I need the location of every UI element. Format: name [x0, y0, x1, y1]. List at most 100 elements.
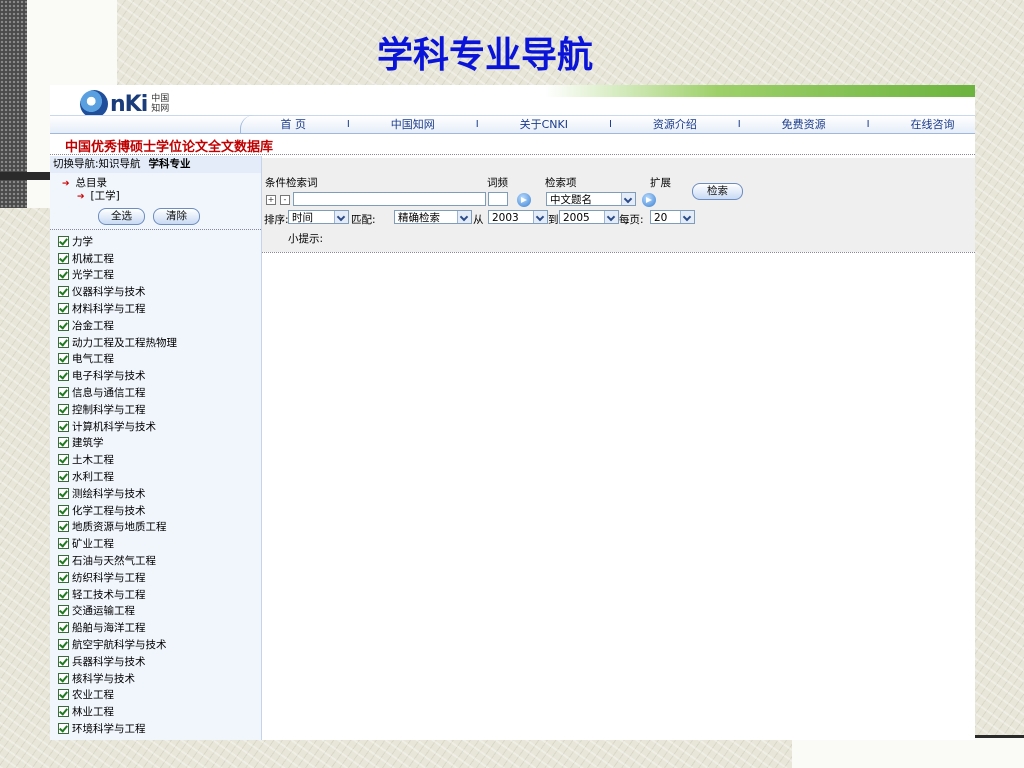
checkbox-checked-icon[interactable] [58, 655, 69, 667]
subject-item[interactable]: 计算机科学与技术 [58, 418, 261, 435]
checkbox-checked-icon[interactable] [58, 403, 69, 415]
checkbox-checked-icon[interactable] [58, 639, 69, 651]
slide-title: 学科专业导航 [376, 34, 593, 76]
subject-label: 冶金工程 [72, 319, 114, 332]
checkbox-checked-icon[interactable] [58, 622, 69, 634]
subject-item[interactable]: 兵器科学与技术 [58, 653, 261, 670]
nav-about[interactable]: 关于CNKI [520, 116, 568, 132]
nav-free-resources[interactable]: 免费资源 [782, 116, 826, 132]
subject-item[interactable]: 材料科学与工程 [58, 300, 261, 317]
subject-label: 农业工程 [72, 689, 114, 702]
switch-nav-link[interactable]: 切换导航:知识导航 [53, 158, 141, 170]
go-arrow-icon[interactable] [517, 193, 531, 207]
checkbox-checked-icon[interactable] [58, 319, 69, 331]
per-page-select[interactable]: 20 [650, 210, 695, 224]
remove-row-icon[interactable]: - [280, 195, 290, 205]
subject-item[interactable]: 仪器科学与技术 [58, 283, 261, 300]
subject-item[interactable]: 核科学与技术 [58, 670, 261, 687]
subject-item[interactable]: 交通运输工程 [58, 603, 261, 620]
subject-item[interactable]: 冶金工程 [58, 317, 261, 334]
checkbox-checked-icon[interactable] [58, 420, 69, 432]
checkbox-checked-icon[interactable] [58, 235, 69, 247]
add-row-icon[interactable]: + [266, 195, 276, 205]
subject-item[interactable]: 航空宇航科学与技术 [58, 636, 261, 653]
subject-item[interactable]: 光学工程 [58, 267, 261, 284]
keyword-input[interactable] [293, 192, 486, 206]
subject-item[interactable]: 地质资源与地质工程 [58, 519, 261, 536]
select-all-button[interactable]: 全选 [98, 208, 145, 225]
checkbox-checked-icon[interactable] [58, 471, 69, 483]
subject-item[interactable]: 水利工程 [58, 468, 261, 485]
checkbox-checked-icon[interactable] [58, 353, 69, 365]
search-button[interactable]: 检索 [692, 183, 743, 200]
match-select[interactable]: 精确检索 [394, 210, 472, 224]
subject-item[interactable]: 动力工程及工程热物理 [58, 334, 261, 351]
checkbox-checked-icon[interactable] [58, 454, 69, 466]
expand-go-icon[interactable] [642, 193, 656, 207]
checkbox-checked-icon[interactable] [58, 571, 69, 583]
match-label: 匹配: [351, 214, 376, 226]
checkbox-checked-icon[interactable] [58, 487, 69, 499]
subject-item[interactable]: 土木工程 [58, 451, 261, 468]
checkbox-checked-icon[interactable] [58, 723, 69, 734]
checkbox-checked-icon[interactable] [58, 706, 69, 718]
from-year-select[interactable]: 2003 [488, 210, 548, 224]
checkbox-checked-icon[interactable] [58, 387, 69, 399]
subject-item[interactable]: 建筑学 [58, 435, 261, 452]
subject-label: 林业工程 [72, 706, 114, 719]
subject-item[interactable]: 石油与天然气工程 [58, 552, 261, 569]
subject-item[interactable]: 测绘科学与技术 [58, 485, 261, 502]
nav-resources[interactable]: 资源介绍 [653, 116, 697, 132]
subject-label: 土木工程 [72, 454, 114, 467]
subject-item[interactable]: 电气工程 [58, 351, 261, 368]
field-select[interactable]: 中文题名 [546, 192, 636, 206]
checkbox-checked-icon[interactable] [58, 437, 69, 449]
subject-item[interactable]: 控制科学与工程 [58, 401, 261, 418]
subject-item[interactable]: 化学工程与技术 [58, 502, 261, 519]
to-year-select[interactable]: 2005 [559, 210, 619, 224]
checkbox-checked-icon[interactable] [58, 303, 69, 315]
subject-item[interactable]: 环境科学与工程 [58, 720, 261, 737]
subject-label: 石油与天然气工程 [72, 555, 156, 568]
tree-root[interactable]: ➔ 总目录 [62, 177, 261, 190]
checkbox-checked-icon[interactable] [58, 521, 69, 533]
nav-cnki-china[interactable]: 中国知网 [391, 116, 435, 132]
subject-item[interactable]: 船舶与海洋工程 [58, 619, 261, 636]
checkbox-checked-icon[interactable] [58, 269, 69, 281]
subject-item[interactable]: 农业工程 [58, 687, 261, 704]
checkbox-checked-icon[interactable] [58, 538, 69, 550]
checkbox-checked-icon[interactable] [58, 672, 69, 684]
condition-label: 条件检索词 [265, 177, 318, 189]
checkbox-checked-icon[interactable] [58, 370, 69, 382]
clear-button[interactable]: 清除 [153, 208, 200, 225]
checkbox-checked-icon[interactable] [58, 336, 69, 348]
checkbox-checked-icon[interactable] [58, 252, 69, 264]
checkbox-checked-icon[interactable] [58, 504, 69, 516]
tree-child[interactable]: ➔ [工学] [62, 190, 261, 203]
checkbox-checked-icon[interactable] [58, 286, 69, 298]
subject-item[interactable]: 纺织科学与工程 [58, 569, 261, 586]
sort-select[interactable]: 时间 [288, 210, 349, 224]
subject-item[interactable]: 林业工程 [58, 703, 261, 720]
subject-label: 兵器科学与技术 [72, 655, 146, 668]
subject-item[interactable]: 轻工技术与工程 [58, 586, 261, 603]
subject-label: 地质资源与地质工程 [72, 521, 167, 534]
nav-home[interactable]: 首 页 [280, 116, 306, 132]
subject-item[interactable]: 电子科学与技术 [58, 367, 261, 384]
active-nav-label: 学科专业 [148, 158, 191, 170]
to-label: 到 [548, 214, 559, 226]
subject-item[interactable]: 机械工程 [58, 250, 261, 267]
checkbox-checked-icon[interactable] [58, 689, 69, 701]
checkbox-checked-icon[interactable] [58, 555, 69, 567]
subject-label: 材料科学与工程 [72, 303, 146, 316]
subject-item[interactable]: 信息与通信工程 [58, 384, 261, 401]
checkbox-checked-icon[interactable] [58, 588, 69, 600]
subject-item[interactable]: 力学 [58, 233, 261, 250]
nav-separator: I [866, 118, 870, 130]
checkbox-checked-icon[interactable] [58, 605, 69, 617]
freq-input[interactable] [488, 192, 508, 206]
chevron-down-icon [457, 211, 471, 223]
nav-online-consult[interactable]: 在线咨询 [910, 116, 954, 132]
subject-item[interactable]: 矿业工程 [58, 535, 261, 552]
per-page-label: 每页: [619, 214, 644, 226]
